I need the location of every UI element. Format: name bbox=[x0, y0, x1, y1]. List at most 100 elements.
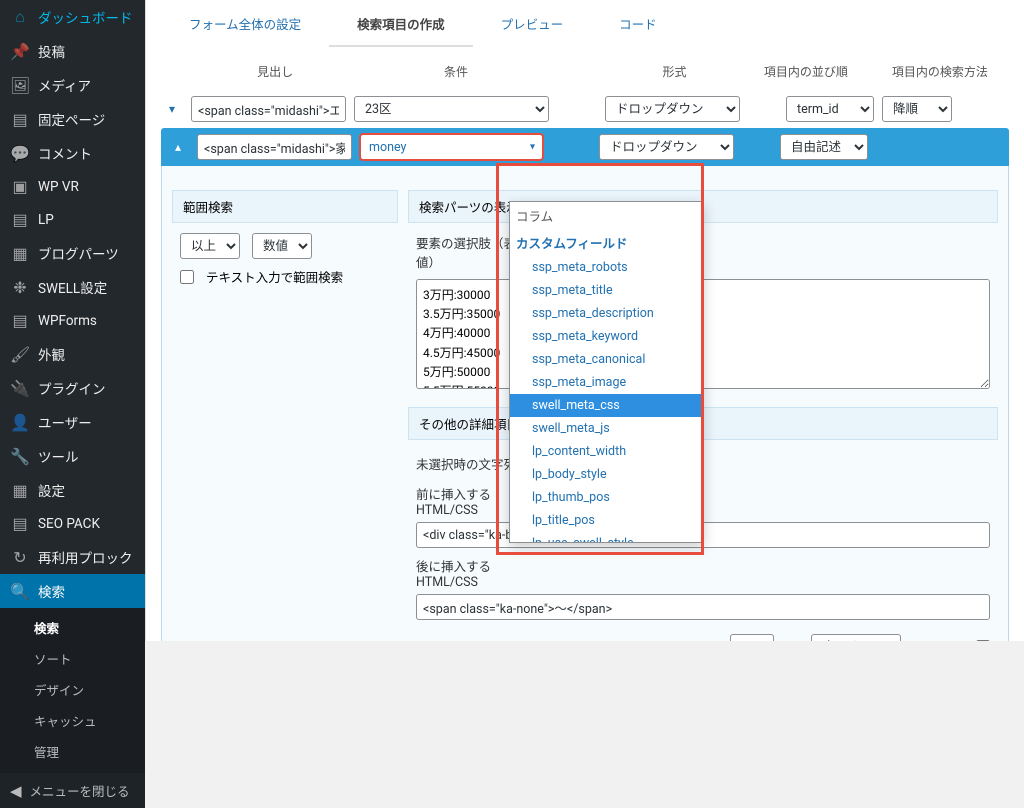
sidebar-item-17[interactable]: 🔍 検索 bbox=[0, 574, 145, 608]
order-key-select[interactable]: term_id bbox=[786, 96, 874, 122]
menu-icon: ▦ bbox=[10, 481, 30, 500]
tab-content: 見出し 条件 形式 項目内の並び順 項目内の検索方法 ▾ 23区 ドロップダウン… bbox=[146, 47, 1024, 641]
search-item-row-expanded: ▴ ▾ ドロップダウン 自由記述 bbox=[161, 128, 1009, 166]
menu-icon: 📌 bbox=[10, 42, 30, 61]
menu-icon: ▤ bbox=[10, 311, 30, 330]
menu-label: WP VR bbox=[38, 179, 79, 195]
sidebar-item-0[interactable]: ⌂ ダッシュボード bbox=[0, 0, 145, 34]
tab-3[interactable]: コード bbox=[591, 0, 685, 47]
range-op-select[interactable]: 以上 bbox=[180, 233, 240, 259]
sidebar-item-12[interactable]: 👤 ユーザー bbox=[0, 405, 145, 439]
dropdown-option[interactable]: ssp_meta_image bbox=[510, 371, 703, 394]
menu-icon: ⌂ bbox=[10, 7, 30, 27]
show-select[interactable]: 表示する bbox=[811, 634, 901, 641]
form-tabs: フォーム全体の設定検索項目の作成プレビューコード bbox=[146, 0, 1024, 47]
sort-order-select[interactable]: 2 bbox=[730, 634, 774, 641]
sidebar-item-11[interactable]: 🔌プラグイン bbox=[0, 371, 145, 405]
menu-icon: ▣ bbox=[10, 177, 30, 196]
sidebar-item-3[interactable]: ▤固定ページ bbox=[0, 102, 145, 136]
dropdown-option[interactable]: ssp_meta_canonical bbox=[510, 348, 703, 371]
col-cond-label: 条件 bbox=[360, 59, 553, 84]
menu-label: メディア bbox=[38, 75, 91, 95]
delete-label: 項目を削除 bbox=[909, 638, 972, 642]
sidebar-item-13[interactable]: 🔧 ツール bbox=[0, 439, 145, 473]
sidebar-subitem-0[interactable]: 検索 bbox=[0, 612, 145, 643]
dropdown-option[interactable]: lp_title_pos bbox=[510, 509, 703, 532]
main-content: フォーム全体の設定検索項目の作成プレビューコード 見出し 条件 形式 項目内の並… bbox=[145, 0, 1024, 641]
menu-label: ダッシュボード bbox=[38, 7, 133, 27]
tab-2[interactable]: プレビュー bbox=[473, 0, 592, 47]
dropdown-option[interactable]: swell_meta_js bbox=[510, 417, 703, 440]
menu-icon: 🔍 bbox=[10, 582, 30, 601]
dropdown-option[interactable]: ssp_meta_title bbox=[510, 279, 703, 302]
collapse-menu-button[interactable]: ◀ メニューを閉じる bbox=[0, 773, 145, 808]
search-item-row: ▾ 23区 ドロップダウン term_id 降順 bbox=[161, 90, 1009, 128]
condition-combobox[interactable]: ▾ bbox=[360, 134, 543, 160]
menu-label: 検索 bbox=[38, 581, 65, 601]
sidebar-item-7[interactable]: ▦ブログパーツ bbox=[0, 236, 145, 270]
condition-combo-input[interactable] bbox=[360, 134, 543, 160]
heading-input[interactable] bbox=[191, 96, 346, 122]
sidebar-item-9[interactable]: ▤ WPForms bbox=[0, 304, 145, 337]
dropdown-option[interactable]: ssp_meta_description bbox=[510, 302, 703, 325]
expand-toggle[interactable]: ▾ bbox=[161, 98, 183, 120]
dropdown-option[interactable]: lp_content_width bbox=[510, 440, 703, 463]
order-key-select[interactable]: 自由記述 bbox=[780, 134, 868, 160]
format-select[interactable]: ドロップダウン bbox=[605, 96, 740, 122]
sidebar-subitem-1[interactable]: ソート bbox=[0, 643, 145, 674]
sidebar-subitem-4[interactable]: 管理 bbox=[0, 736, 145, 767]
menu-icon: ▤ bbox=[10, 514, 30, 533]
sidebar-subitem-3[interactable]: キャッシュ bbox=[0, 705, 145, 736]
sidebar-item-8[interactable]: ❉SWELL設定 bbox=[0, 270, 145, 304]
menu-label: SEO PACK bbox=[38, 516, 100, 532]
columns-header: 見出し 条件 形式 項目内の並び順 項目内の検索方法 bbox=[161, 59, 1009, 84]
condition-select[interactable]: 23区 bbox=[354, 96, 549, 122]
range-type-select[interactable]: 数値 bbox=[252, 233, 312, 259]
sidebar-item-16[interactable]: ↻再利用プロック bbox=[0, 540, 145, 574]
format-select[interactable]: ドロップダウン bbox=[599, 134, 734, 160]
sidebar-item-5[interactable]: ▣ WP VR bbox=[0, 170, 145, 203]
sidebar-item-10[interactable]: 🖌外観 bbox=[0, 337, 145, 371]
menu-label: WPForms bbox=[38, 313, 97, 329]
menu-label: 外観 bbox=[38, 344, 65, 364]
sidebar-item-4[interactable]: 💬コメント bbox=[0, 136, 145, 170]
heading-input[interactable] bbox=[197, 134, 352, 160]
menu-icon: ↻ bbox=[10, 548, 30, 567]
col-format-label: 形式 bbox=[608, 59, 741, 84]
menu-icon: 🖼 bbox=[10, 76, 30, 95]
collapse-toggle[interactable]: ▴ bbox=[167, 136, 189, 158]
sidebar-item-15[interactable]: ▤ SEO PACK bbox=[0, 507, 145, 540]
menu-label: プラグイン bbox=[38, 378, 106, 398]
col-order-label: 項目内の並び順 bbox=[749, 59, 863, 84]
range-text-input-checkbox[interactable] bbox=[180, 270, 194, 284]
order-dir-select[interactable]: 降順 bbox=[882, 96, 952, 122]
menu-label: ツール bbox=[38, 446, 79, 466]
menu-icon: 💬 bbox=[10, 144, 30, 163]
menu-label: 設定 bbox=[38, 480, 65, 500]
range-search-title: 範囲検索 bbox=[172, 190, 398, 223]
menu-label: LP bbox=[38, 212, 54, 228]
menu-icon: ▤ bbox=[10, 210, 30, 229]
dropdown-option: カスタムフィールド bbox=[510, 229, 703, 256]
tab-0[interactable]: フォーム全体の設定 bbox=[161, 0, 329, 47]
dropdown-option[interactable]: lp_use_swell_style bbox=[510, 532, 703, 542]
sort-order-label: 並び順 bbox=[689, 638, 727, 642]
sidebar-item-6[interactable]: ▤ LP bbox=[0, 203, 145, 236]
dropdown-option[interactable]: lp_body_style bbox=[510, 463, 703, 486]
sidebar-item-1[interactable]: 📌投稿 bbox=[0, 34, 145, 68]
col-heading-label: 見出し bbox=[199, 59, 352, 84]
tab-1[interactable]: 検索項目の作成 bbox=[329, 0, 473, 47]
sidebar-item-2[interactable]: 🖼 メディア bbox=[0, 68, 145, 102]
menu-icon: 👤 bbox=[10, 413, 30, 432]
sidebar-item-14[interactable]: ▦ 設定 bbox=[0, 473, 145, 507]
sidebar-subitem-2[interactable]: デザイン bbox=[0, 674, 145, 705]
menu-icon: 🔧 bbox=[10, 447, 30, 466]
after-html-input[interactable] bbox=[416, 594, 990, 620]
dropdown-option[interactable]: lp_thumb_pos bbox=[510, 486, 703, 509]
dropdown-option[interactable]: ssp_meta_robots bbox=[510, 256, 703, 279]
dropdown-option[interactable]: swell_meta_css bbox=[510, 394, 703, 417]
menu-label: ユーザー bbox=[38, 412, 92, 432]
collapse-label: メニューを閉じる bbox=[30, 781, 130, 800]
dropdown-option[interactable]: ssp_meta_keyword bbox=[510, 325, 703, 348]
condition-dropdown-list: コラムカスタムフィールドssp_meta_robotsssp_meta_titl… bbox=[509, 201, 704, 543]
